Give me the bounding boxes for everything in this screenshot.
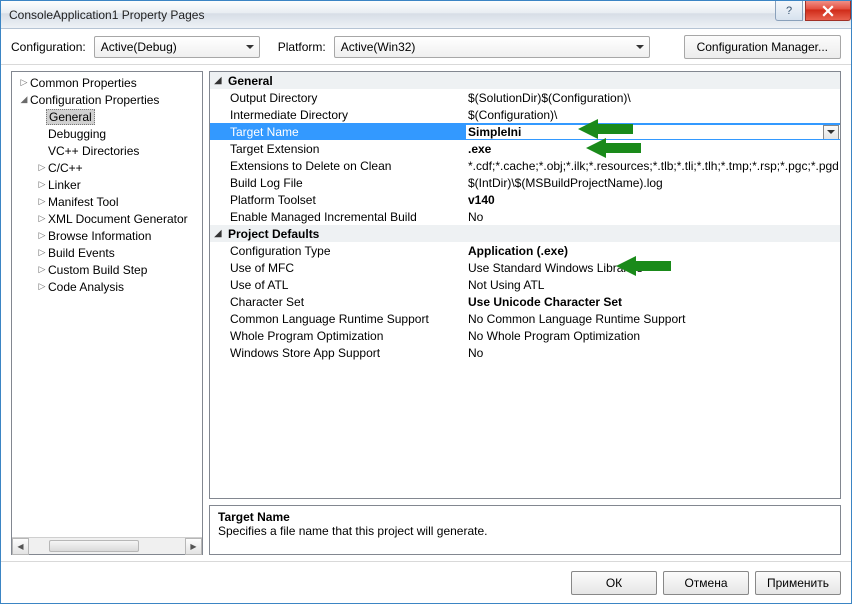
category-general[interactable]: ◢General — [210, 72, 840, 89]
platform-value: Active(Win32) — [341, 40, 416, 54]
close-button[interactable] — [805, 1, 851, 21]
category-project-defaults[interactable]: ◢Project Defaults — [210, 225, 840, 242]
titlebar[interactable]: ConsoleApplication1 Property Pages ? — [1, 1, 851, 29]
platform-label: Platform: — [278, 40, 326, 54]
platform-combo[interactable]: Active(Win32) — [334, 36, 650, 58]
configuration-value: Active(Debug) — [101, 40, 177, 54]
help-button[interactable]: ? — [775, 1, 803, 21]
tree-common-properties[interactable]: ▷Common Properties — [12, 74, 202, 91]
row-whole-program-opt[interactable]: Whole Program OptimizationNo Whole Progr… — [210, 327, 840, 344]
row-target-name[interactable]: Target Name SimpleIni — [210, 123, 840, 140]
config-manager-button[interactable]: Configuration Manager... — [684, 35, 841, 59]
scroll-right-icon[interactable]: ▶ — [185, 538, 202, 555]
category-tree[interactable]: ▷Common Properties ◢Configuration Proper… — [11, 71, 203, 555]
row-platform-toolset[interactable]: Platform Toolsetv140 — [210, 191, 840, 208]
row-managed-incremental[interactable]: Enable Managed Incremental BuildNo — [210, 208, 840, 225]
row-target-extension[interactable]: Target Extension.exe — [210, 140, 840, 157]
row-use-mfc[interactable]: Use of MFCUse Standard Windows Libraries — [210, 259, 840, 276]
content-area: ▷Common Properties ◢Configuration Proper… — [1, 65, 851, 561]
tree-linker[interactable]: ▷Linker — [12, 176, 202, 193]
tree-general[interactable]: General — [12, 108, 202, 125]
row-intermediate-directory[interactable]: Intermediate Directory$(Configuration)\ — [210, 106, 840, 123]
description-text: Specifies a file name that this project … — [218, 524, 832, 538]
window-title: ConsoleApplication1 Property Pages — [9, 8, 775, 22]
property-pages-window: ConsoleApplication1 Property Pages ? Con… — [0, 0, 852, 604]
ok-button[interactable]: ОК — [571, 571, 657, 595]
tree-configuration-properties[interactable]: ◢Configuration Properties — [12, 91, 202, 108]
property-grid[interactable]: ◢General Output Directory$(SolutionDir)$… — [209, 71, 841, 499]
row-output-directory[interactable]: Output Directory$(SolutionDir)$(Configur… — [210, 89, 840, 106]
config-toolbar: Configuration: Active(Debug) Platform: A… — [1, 29, 851, 65]
row-extensions-delete[interactable]: Extensions to Delete on Clean*.cdf;*.cac… — [210, 157, 840, 174]
window-buttons: ? — [775, 1, 851, 28]
row-configuration-type[interactable]: Configuration TypeApplication (.exe) — [210, 242, 840, 259]
row-windows-store[interactable]: Windows Store App SupportNo — [210, 344, 840, 361]
tree-buildevents[interactable]: ▷Build Events — [12, 244, 202, 261]
configuration-label: Configuration: — [11, 40, 86, 54]
tree-ccpp[interactable]: ▷C/C++ — [12, 159, 202, 176]
right-pane: ◢General Output Directory$(SolutionDir)$… — [209, 71, 841, 555]
configuration-combo[interactable]: Active(Debug) — [94, 36, 260, 58]
description-title: Target Name — [218, 510, 832, 524]
row-build-log[interactable]: Build Log File$(IntDir)\$(MSBuildProject… — [210, 174, 840, 191]
tree-hscrollbar[interactable]: ◀ ▶ — [12, 537, 202, 554]
tree-xmlgen[interactable]: ▷XML Document Generator — [12, 210, 202, 227]
dropdown-button[interactable] — [823, 125, 839, 139]
row-use-atl[interactable]: Use of ATLNot Using ATL — [210, 276, 840, 293]
tree-vcdirs[interactable]: VC++ Directories — [12, 142, 202, 159]
apply-button[interactable]: Применить — [755, 571, 841, 595]
tree-browse[interactable]: ▷Browse Information — [12, 227, 202, 244]
dialog-buttons: ОК Отмена Применить — [1, 561, 851, 603]
tree-debugging[interactable]: Debugging — [12, 125, 202, 142]
row-clr-support[interactable]: Common Language Runtime SupportNo Common… — [210, 310, 840, 327]
scroll-thumb[interactable] — [49, 540, 139, 552]
close-icon — [822, 5, 834, 17]
tree-manifest[interactable]: ▷Manifest Tool — [12, 193, 202, 210]
cancel-button[interactable]: Отмена — [663, 571, 749, 595]
tree-codeanalysis[interactable]: ▷Code Analysis — [12, 278, 202, 295]
row-character-set[interactable]: Character SetUse Unicode Character Set — [210, 293, 840, 310]
scroll-left-icon[interactable]: ◀ — [12, 538, 29, 555]
tree-custom[interactable]: ▷Custom Build Step — [12, 261, 202, 278]
description-panel: Target Name Specifies a file name that t… — [209, 505, 841, 555]
